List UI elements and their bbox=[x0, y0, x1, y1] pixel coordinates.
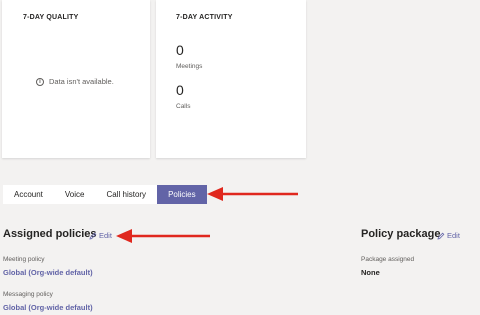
info-icon: i bbox=[36, 77, 44, 86]
quality-empty-state: i Data isn't available. bbox=[36, 77, 114, 86]
calls-count: 0 bbox=[176, 82, 184, 98]
calls-label: Calls bbox=[176, 103, 191, 110]
assigned-policies-edit-link[interactable]: Edit bbox=[89, 231, 112, 240]
tab-policies[interactable]: Policies bbox=[157, 185, 207, 204]
pencil-icon bbox=[89, 232, 97, 240]
policy-package-edit-label: Edit bbox=[447, 231, 460, 240]
messaging-policy-value[interactable]: Global (Org-wide default) bbox=[3, 303, 93, 312]
assigned-policies-edit-label: Edit bbox=[99, 231, 112, 240]
meeting-policy-label: Meeting policy bbox=[3, 256, 45, 263]
activity-card: 7-DAY ACTIVITY 0 Meetings 0 Calls bbox=[156, 0, 306, 158]
annotation-arrow-policies bbox=[207, 187, 298, 201]
tab-voice[interactable]: Voice bbox=[54, 185, 96, 204]
package-assigned-value: None bbox=[361, 268, 380, 277]
tab-call-history[interactable]: Call history bbox=[95, 185, 157, 204]
quality-empty-message: Data isn't available. bbox=[49, 77, 114, 86]
annotation-arrow-edit bbox=[116, 229, 210, 243]
tab-account[interactable]: Account bbox=[3, 185, 54, 204]
assigned-policies-title: Assigned policies bbox=[3, 228, 97, 240]
package-assigned-label: Package assigned bbox=[361, 256, 415, 263]
quality-card: 7-DAY QUALITY i Data isn't available. bbox=[2, 0, 150, 158]
quality-card-title: 7-DAY QUALITY bbox=[23, 14, 79, 21]
user-detail-tabs: Account Voice Call history Policies bbox=[3, 185, 207, 204]
pencil-icon bbox=[437, 232, 445, 240]
policy-package-edit-link[interactable]: Edit bbox=[437, 231, 460, 240]
policy-package-title: Policy package bbox=[361, 228, 441, 240]
messaging-policy-label: Messaging policy bbox=[3, 291, 53, 298]
meeting-policy-value[interactable]: Global (Org-wide default) bbox=[3, 268, 93, 277]
meetings-count: 0 bbox=[176, 42, 184, 58]
meetings-label: Meetings bbox=[176, 63, 203, 70]
activity-card-title: 7-DAY ACTIVITY bbox=[176, 14, 233, 21]
